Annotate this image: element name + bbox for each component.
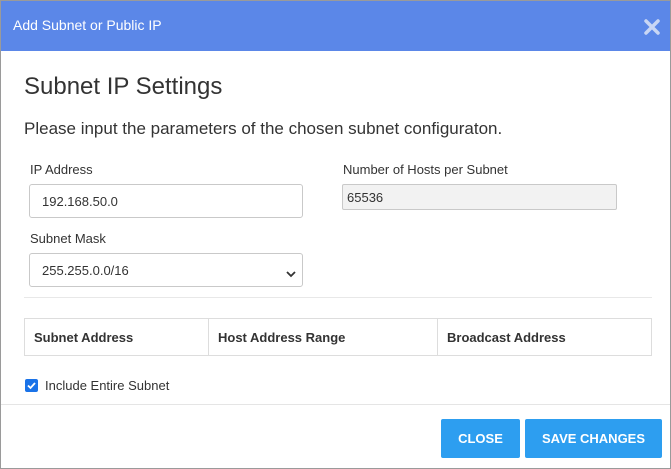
hosts-per-subnet-label: Number of Hosts per Subnet [343,162,508,177]
add-subnet-dialog: Add Subnet or Public IP Subnet IP Settin… [0,0,671,469]
column-header-host-range: Host Address Range [209,319,438,355]
checkmark-icon [27,382,36,390]
subnet-mask-select[interactable]: 255.255.0.0/16 [29,253,303,287]
footer-divider [1,404,670,405]
close-x-icon[interactable] [644,19,660,35]
save-changes-button[interactable]: SAVE CHANGES [525,419,662,458]
include-entire-subnet-checkbox[interactable] [25,379,38,392]
include-entire-subnet-label[interactable]: Include Entire Subnet [45,378,169,393]
ip-address-label: IP Address [30,162,93,177]
column-header-subnet-address: Subnet Address [25,319,209,355]
ip-address-input[interactable] [29,184,303,218]
dialog-titlebar: Add Subnet or Public IP [1,1,670,51]
dialog-title: Add Subnet or Public IP [13,17,162,33]
column-header-broadcast: Broadcast Address [447,330,566,345]
instructions-text: Please input the parameters of the chose… [24,119,503,138]
subnet-mask-value: 255.255.0.0/16 [42,263,129,278]
close-button[interactable]: CLOSE [441,419,520,458]
hosts-per-subnet-value: 65536 [347,190,384,205]
subnet-table: Subnet Address Host Address Range Broadc… [24,318,652,356]
section-divider [24,297,652,298]
subnet-mask-label: Subnet Mask [30,231,106,246]
page-title: Subnet IP Settings [24,73,223,100]
hosts-per-subnet-field: 65536 [342,184,617,210]
chevron-down-icon [286,266,296,278]
